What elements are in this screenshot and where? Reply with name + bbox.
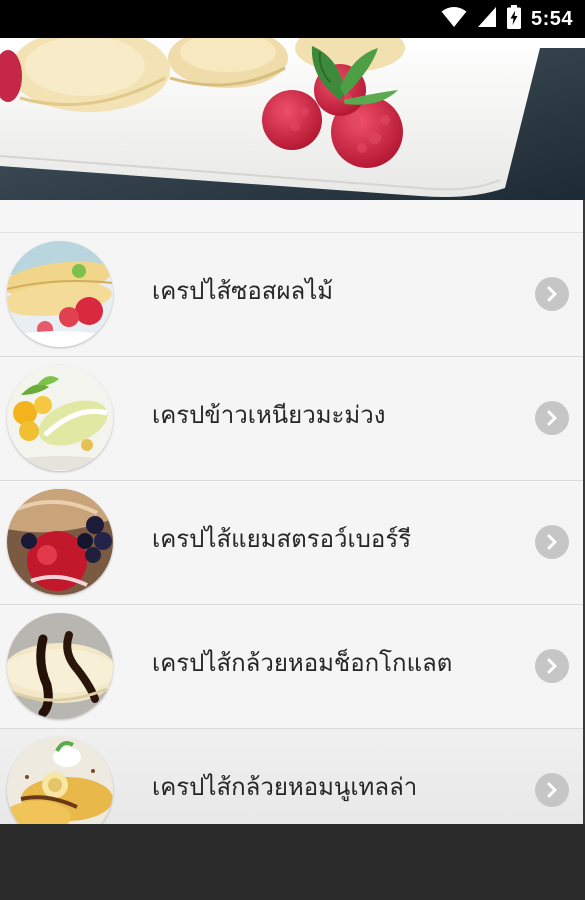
menu-list-container: เครปไส้ซอสผลไม้ เครปข้าวเหนียวมะม่วง เคร…: [0, 200, 585, 824]
menu-item-crepe-fruit-sauce[interactable]: เครปไส้ซอสผลไม้: [0, 233, 583, 356]
crepe-banana-nutella-thumbnail: [7, 737, 113, 824]
crepe-mango-sticky-rice-thumbnail: [7, 365, 113, 471]
menu-item-label: เครปไส้กล้วยหอมช็อกโกแลต: [152, 649, 453, 677]
list-header-band: [0, 200, 585, 233]
chevron-right-icon[interactable]: [535, 401, 569, 435]
menu-item-label: เครปไส้กล้วยหอมนูเทลล่า: [152, 773, 418, 801]
battery-charging-icon: [506, 5, 521, 33]
menu-item-crepe-mango-sticky-rice[interactable]: เครปข้าวเหนียวมะม่วง: [0, 356, 583, 480]
menu-item-label: เครปไส้ซอสผลไม้: [152, 277, 334, 305]
hero-image: [0, 38, 585, 200]
crepe-fruit-sauce-thumbnail: [7, 241, 113, 347]
menu-item-label: เครปข้าวเหนียวมะม่วง: [152, 401, 386, 429]
menu-item-label: เครปไส้แยมสตรอว์เบอร์รี: [152, 525, 412, 553]
menu-item-crepe-strawberry-jam[interactable]: เครปไส้แยมสตรอว์เบอร์รี: [0, 480, 583, 604]
chevron-right-icon[interactable]: [535, 525, 569, 559]
wifi-icon: [441, 6, 467, 32]
cell-signal-icon: [477, 6, 497, 32]
status-time: 5:54: [530, 7, 573, 30]
menu-item-crepe-banana-nutella[interactable]: เครปไส้กล้วยหอมนูเทลล่า: [0, 728, 583, 824]
bottom-bar: [0, 824, 585, 900]
menu-item-crepe-banana-chocolate[interactable]: เครปไส้กล้วยหอมช็อกโกแลต: [0, 604, 583, 728]
chevron-right-icon[interactable]: [535, 773, 569, 807]
chevron-right-icon[interactable]: [535, 649, 569, 683]
crepe-banana-chocolate-thumbnail: [7, 613, 113, 719]
chevron-right-icon[interactable]: [535, 277, 569, 311]
menu-list: เครปไส้ซอสผลไม้ เครปข้าวเหนียวมะม่วง เคร…: [0, 233, 585, 824]
crepe-strawberry-jam-thumbnail: [7, 489, 113, 595]
status-bar: 5:54: [0, 0, 585, 38]
status-icons: 5:54: [441, 5, 573, 33]
